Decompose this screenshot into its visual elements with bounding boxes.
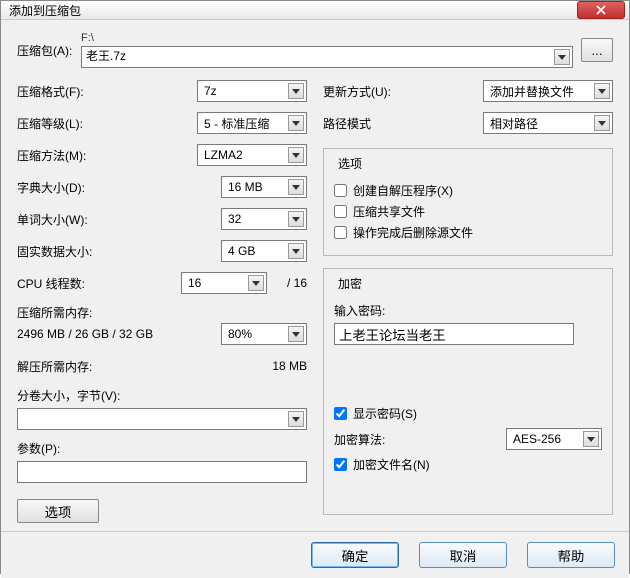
threads-value: 16	[188, 276, 201, 290]
show-password-checkbox[interactable]: 显示密码(S)	[334, 405, 602, 422]
window-title: 添加到压缩包	[9, 2, 81, 19]
word-value: 32	[228, 212, 241, 226]
ok-button[interactable]: 确定	[311, 542, 399, 568]
params-label: 参数(P):	[17, 442, 60, 456]
sfx-checkbox-label: 创建自解压程序(X)	[353, 182, 453, 199]
chevron-down-icon	[594, 115, 610, 131]
sfx-checkbox[interactable]: 创建自解压程序(X)	[334, 182, 602, 199]
compress-mem-pct: 80%	[228, 327, 252, 341]
archive-name-value: 老王.7z	[86, 49, 126, 63]
shared-checkbox-input[interactable]	[334, 205, 347, 218]
chevron-down-icon	[288, 243, 304, 259]
encrypt-names-checkbox-input[interactable]	[334, 458, 347, 471]
pathmode-combo[interactable]: 相对路径	[483, 112, 613, 134]
archive-label: 压缩包(A):	[17, 42, 73, 59]
params-input[interactable]	[17, 461, 307, 483]
dropdown-arrow-icon	[554, 49, 570, 65]
encrypt-names-label: 加密文件名(N)	[353, 456, 430, 473]
compress-mem-label: 压缩所需内存:	[17, 306, 92, 320]
format-combo[interactable]: 7z	[197, 80, 307, 102]
method-combo[interactable]: LZMA2	[197, 144, 307, 166]
dict-combo[interactable]: 16 MB	[221, 176, 307, 198]
chevron-down-icon	[288, 147, 304, 163]
close-icon	[596, 5, 606, 15]
encryption-fieldset: 加密 输入密码: 显示密码(S) 加密算法: AES-256	[323, 268, 613, 515]
show-password-checkbox-input[interactable]	[334, 407, 347, 420]
word-label: 单词大小(W):	[17, 211, 113, 228]
cancel-button[interactable]: 取消	[419, 542, 507, 568]
enc-method-value: AES-256	[513, 432, 561, 446]
archive-path: F:\	[81, 32, 573, 44]
chevron-down-icon	[288, 411, 304, 427]
level-combo[interactable]: 5 - 标准压缩	[197, 112, 307, 134]
shared-checkbox-label: 压缩共享文件	[353, 203, 425, 220]
options-legend: 选项	[334, 155, 366, 172]
password-label: 输入密码:	[334, 302, 602, 319]
level-label: 压缩等级(L):	[17, 115, 113, 132]
chevron-down-icon	[288, 211, 304, 227]
volume-combo[interactable]	[17, 408, 307, 430]
sfx-checkbox-input[interactable]	[334, 184, 347, 197]
threads-max: / 16	[273, 276, 307, 290]
threads-label: CPU 线程数:	[17, 275, 113, 292]
pathmode-value: 相对路径	[490, 115, 538, 132]
browse-button[interactable]: ...	[581, 38, 613, 62]
dict-value: 16 MB	[228, 180, 263, 194]
pathmode-label: 路径模式	[323, 115, 403, 132]
volume-label: 分卷大小，字节(V):	[17, 389, 120, 403]
delete-checkbox-input[interactable]	[334, 226, 347, 239]
update-value: 添加并替换文件	[490, 83, 574, 100]
solid-value: 4 GB	[228, 244, 255, 258]
shared-checkbox[interactable]: 压缩共享文件	[334, 203, 602, 220]
level-value: 5 - 标准压缩	[204, 115, 269, 132]
compress-mem-value: 2496 MB / 26 GB / 32 GB	[17, 327, 153, 341]
encryption-legend: 加密	[334, 275, 366, 292]
solid-combo[interactable]: 4 GB	[221, 240, 307, 262]
close-button[interactable]	[577, 1, 625, 19]
format-label: 压缩格式(F):	[17, 83, 113, 100]
method-value: LZMA2	[204, 148, 243, 162]
enc-method-label: 加密算法:	[334, 431, 385, 448]
options-button[interactable]: 选项	[17, 499, 99, 523]
chevron-down-icon	[288, 83, 304, 99]
chevron-down-icon	[583, 431, 599, 447]
chevron-down-icon	[288, 326, 304, 342]
compress-mem-pct-combo[interactable]: 80%	[221, 323, 307, 345]
method-label: 压缩方法(M):	[17, 147, 113, 164]
delete-checkbox-label: 操作完成后删除源文件	[353, 224, 473, 241]
encrypt-names-checkbox[interactable]: 加密文件名(N)	[334, 456, 602, 473]
chevron-down-icon	[288, 179, 304, 195]
update-label: 更新方式(U):	[323, 83, 403, 100]
chevron-down-icon	[594, 83, 610, 99]
solid-label: 固实数据大小:	[17, 243, 113, 260]
show-password-label: 显示密码(S)	[353, 405, 417, 422]
options-fieldset: 选项 创建自解压程序(X) 压缩共享文件 操作完成后删除源文件	[323, 148, 613, 256]
delete-checkbox[interactable]: 操作完成后删除源文件	[334, 224, 602, 241]
update-combo[interactable]: 添加并替换文件	[483, 80, 613, 102]
format-value: 7z	[204, 84, 217, 98]
word-combo[interactable]: 32	[221, 208, 307, 230]
decompress-mem-value: 18 MB	[272, 359, 307, 373]
password-input[interactable]	[334, 323, 574, 345]
decompress-mem-label: 解压所需内存:	[17, 358, 113, 375]
chevron-down-icon	[288, 115, 304, 131]
threads-combo[interactable]: 16	[181, 272, 267, 294]
archive-name-combo[interactable]: 老王.7z	[81, 46, 573, 68]
help-button[interactable]: 帮助	[527, 542, 615, 568]
enc-method-combo[interactable]: AES-256	[506, 428, 602, 450]
chevron-down-icon	[248, 275, 264, 291]
dict-label: 字典大小(D):	[17, 179, 113, 196]
